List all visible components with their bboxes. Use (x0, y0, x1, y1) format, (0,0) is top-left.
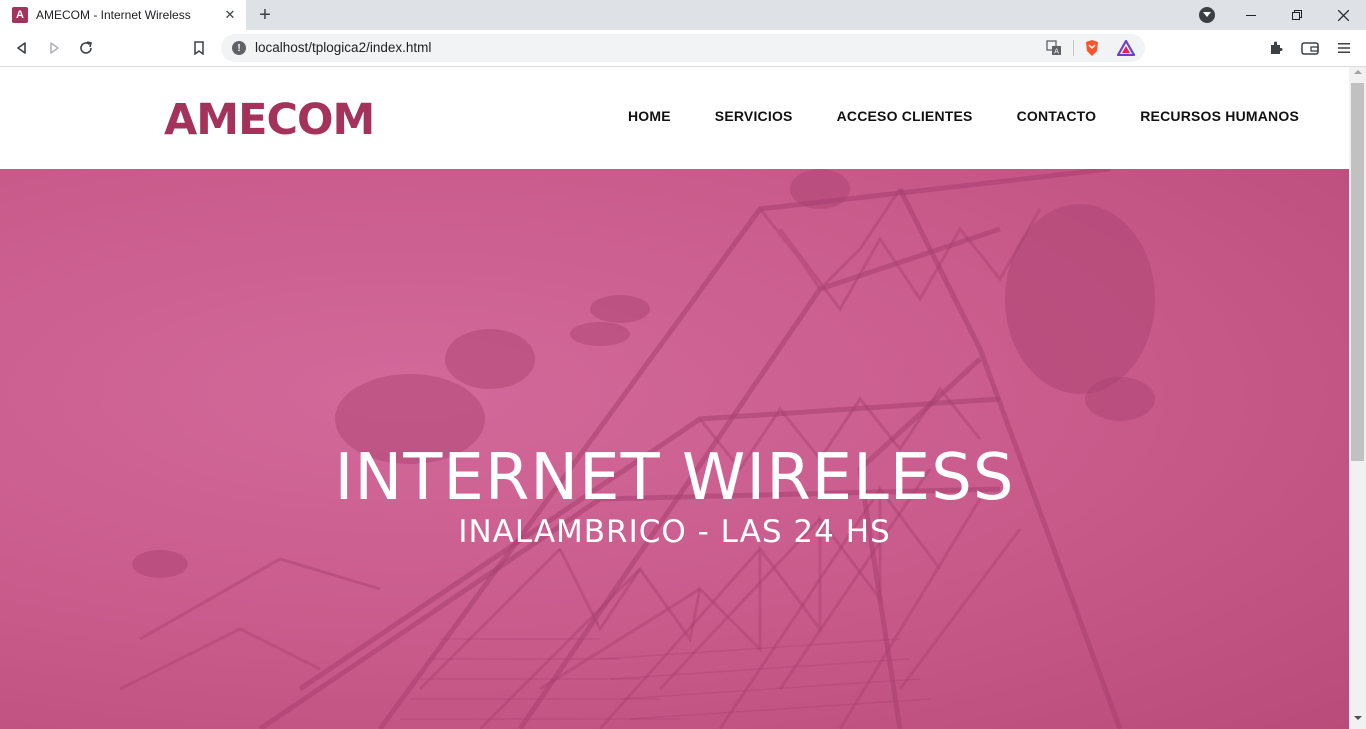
info-icon[interactable]: ! (232, 41, 246, 55)
address-bar[interactable]: ! localhost/tplogica2/index.html A (221, 34, 1145, 62)
browser-tab[interactable]: A AMECOM - Internet Wireless ✕ (0, 0, 246, 30)
menu-icon[interactable] (1334, 38, 1354, 58)
scrollbar-thumb[interactable] (1351, 83, 1364, 461)
scroll-up-icon[interactable] (1349, 69, 1366, 81)
hero-subtitle: INALAMBRICO - LAS 24 HS (458, 514, 891, 550)
divider (1073, 40, 1074, 56)
minimize-button[interactable] (1228, 0, 1274, 30)
scroll-down-icon[interactable] (1349, 715, 1366, 727)
url-text[interactable]: localhost/tplogica2/index.html (255, 40, 431, 55)
site-header: AMECOM HOME SERVICIOS ACCESO CLIENTES CO… (0, 67, 1349, 169)
extensions-icon[interactable] (1266, 38, 1286, 58)
forward-icon[interactable] (42, 36, 66, 60)
new-tab-button[interactable]: + (254, 4, 276, 26)
close-window-button[interactable] (1320, 0, 1366, 30)
browser-toolbar: ! localhost/tplogica2/index.html A (0, 30, 1366, 67)
site-logo[interactable]: AMECOM (164, 95, 375, 145)
nav-contacto[interactable]: CONTACTO (1017, 108, 1097, 124)
nav-acceso-clientes[interactable]: ACCESO CLIENTES (837, 108, 973, 124)
svg-text:A: A (1054, 48, 1059, 56)
tab-title: AMECOM - Internet Wireless (36, 8, 191, 22)
nav-home[interactable]: HOME (628, 108, 671, 124)
hero-title: INTERNET WIRELESS (334, 441, 1015, 515)
tab-search-icon[interactable] (1199, 7, 1215, 23)
brave-shields-icon[interactable] (1083, 39, 1101, 57)
translate-icon[interactable]: A (1045, 39, 1063, 57)
tab-close-icon[interactable]: ✕ (222, 7, 238, 23)
nav-servicios[interactable]: SERVICIOS (715, 108, 793, 124)
main-nav: HOME SERVICIOS ACCESO CLIENTES CONTACTO … (628, 108, 1299, 124)
favicon-icon: A (12, 7, 28, 23)
page-viewport: AMECOM HOME SERVICIOS ACCESO CLIENTES CO… (0, 67, 1349, 729)
hero-banner: INTERNET WIRELESS INALAMBRICO - LAS 24 H… (0, 169, 1349, 729)
reload-icon[interactable] (74, 36, 98, 60)
nav-recursos-humanos[interactable]: RECURSOS HUMANOS (1140, 108, 1299, 124)
tab-strip: A AMECOM - Internet Wireless ✕ + (0, 0, 1366, 30)
bookmark-icon[interactable] (187, 36, 211, 60)
page-scrollbar[interactable] (1349, 67, 1366, 729)
brave-rewards-icon[interactable] (1117, 39, 1135, 57)
wallet-icon[interactable] (1300, 38, 1320, 58)
back-icon[interactable] (10, 36, 34, 60)
restore-button[interactable] (1274, 0, 1320, 30)
